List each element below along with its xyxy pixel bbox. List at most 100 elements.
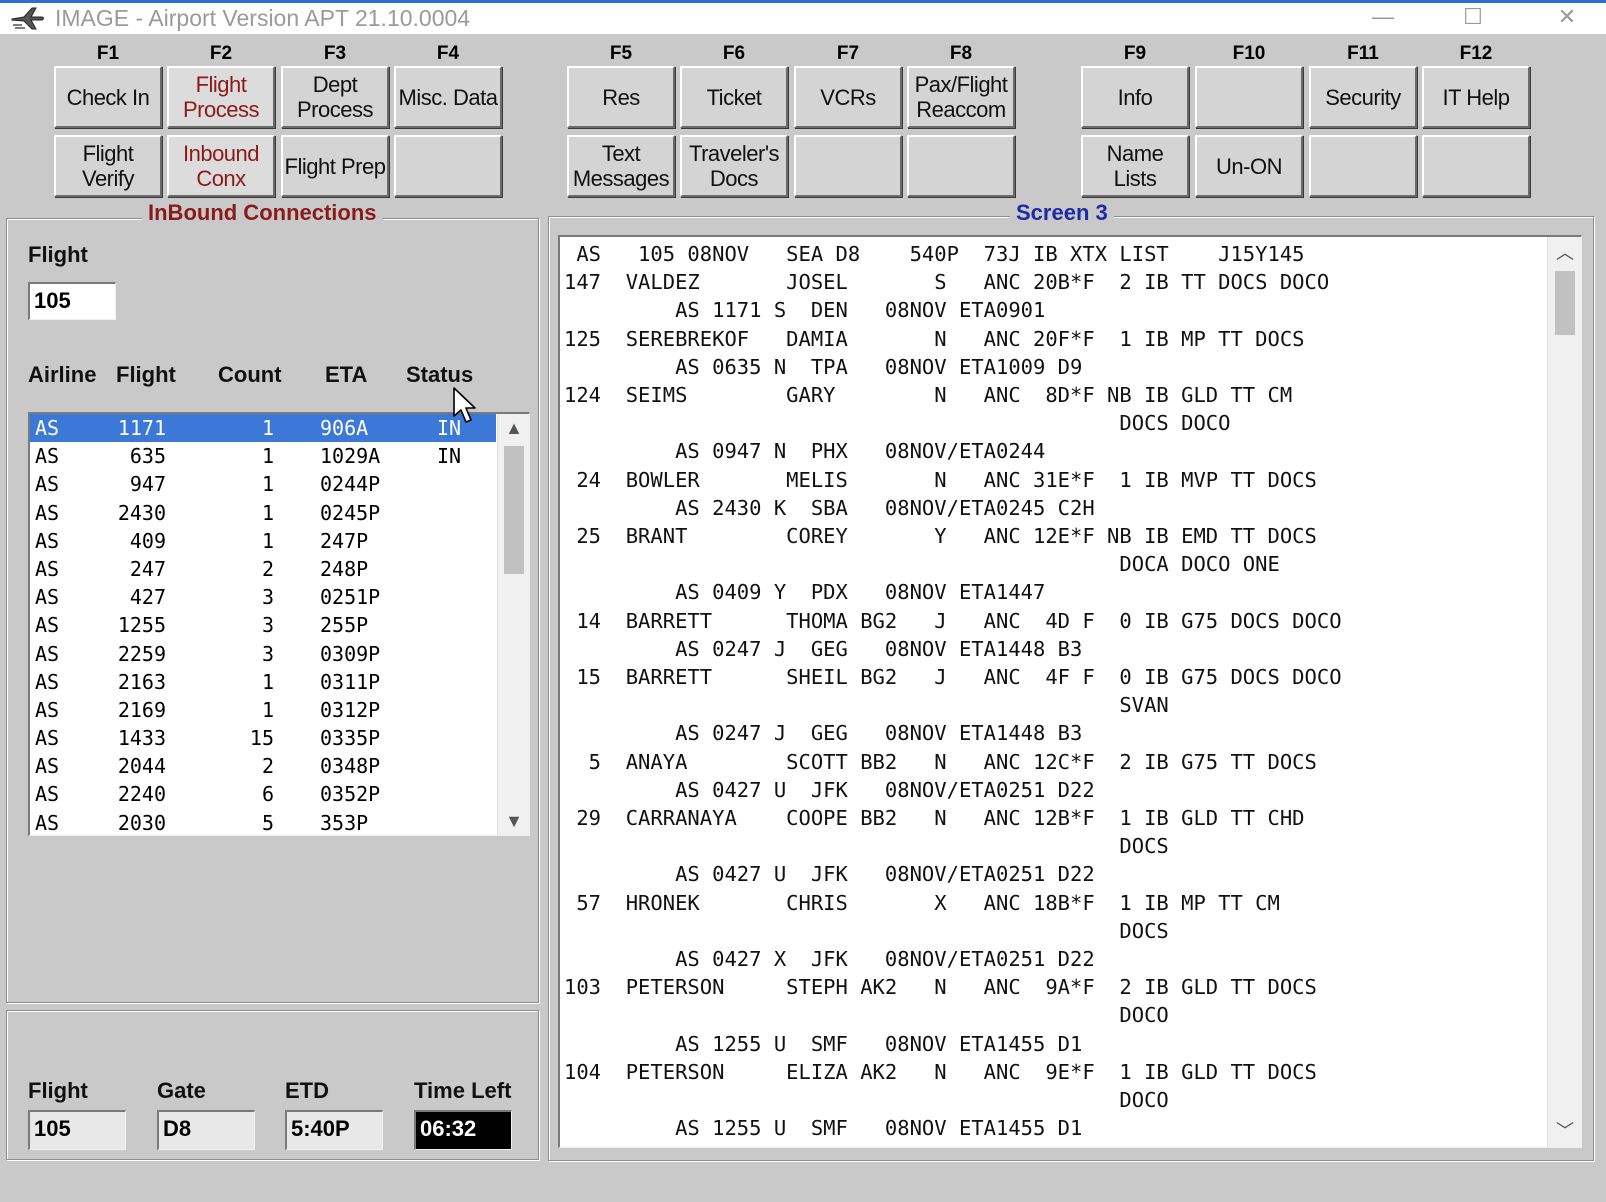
- row-flight: 247: [129, 556, 166, 581]
- fkey-label-f9: F9: [1123, 43, 1147, 64]
- f8-top-button-pax-flight-reaccom[interactable]: Pax/Flight Reaccom: [907, 66, 1015, 128]
- connection-row[interactable]: AS 947 1 0244P: [30, 470, 496, 498]
- row-flight: 2240: [117, 782, 166, 807]
- screen-line: DOCO: [564, 1088, 1169, 1113]
- f5-bottom-button-text-messages[interactable]: Text Messages: [567, 135, 675, 197]
- close-button[interactable]: ✕: [1532, 3, 1602, 33]
- f8-bottom-button-empty[interactable]: [907, 135, 1015, 197]
- screen-line: DOCO: [564, 1003, 1169, 1028]
- screen-line: AS 0635 N TPA 08NOV ETA1009 D9: [564, 354, 1083, 379]
- row-eta: 0348P: [320, 754, 381, 779]
- list-scroll-up-icon[interactable]: ▲: [498, 414, 529, 442]
- f1-bottom-button-flight-verify[interactable]: Flight Verify: [54, 135, 162, 197]
- f6-bottom-button-traveler-s-docs[interactable]: Traveler's Docs: [680, 135, 788, 197]
- fkey-label-f3: F3: [323, 43, 347, 64]
- row-eta: 1029A: [320, 444, 381, 469]
- list-scrollbar[interactable]: ▲ ▼: [497, 414, 529, 835]
- row-flight: 2163: [117, 669, 166, 694]
- row-eta: 247P: [320, 528, 369, 553]
- screen-line: 25 BRANT COREY Y ANC 12E*F NB IB EMD TT …: [564, 524, 1317, 549]
- f9-top-button-info[interactable]: Info: [1081, 66, 1189, 128]
- list-scroll-thumb[interactable]: [504, 446, 524, 574]
- screen-3-display[interactable]: AS 105 08NOV SEA D8 540P 73J IB XTX LIST…: [558, 235, 1582, 1148]
- f7-top-button-vcrs[interactable]: VCRs: [794, 66, 902, 128]
- fkey-label-f5: F5: [609, 43, 633, 64]
- row-flight: 1255: [117, 613, 166, 638]
- connection-row[interactable]: AS 2430 1 0245P: [30, 499, 496, 527]
- row-eta: 906A: [320, 416, 369, 440]
- connection-row[interactable]: AS 2044 2 0348P: [30, 752, 496, 780]
- row-flight: 1433: [117, 726, 166, 751]
- f5-top-button-res[interactable]: Res: [567, 66, 675, 128]
- screen-line: AS 1255 U SMF 08NOV ETA1455 D1: [564, 1116, 1083, 1141]
- screen-scroll-up-icon[interactable]: ︿: [1548, 239, 1581, 267]
- screen-scrollbar[interactable]: ︿ ﹀: [1547, 237, 1581, 1147]
- connection-row[interactable]: AS 1171 1 906A IN: [30, 414, 496, 443]
- list-scroll-down-icon[interactable]: ▼: [498, 807, 529, 835]
- row-flight: 947: [129, 472, 166, 497]
- minimize-button[interactable]: —: [1348, 3, 1418, 33]
- row-airline: AS: [35, 500, 60, 525]
- row-eta: 0309P: [320, 641, 381, 666]
- connection-row[interactable]: AS 247 2 248P: [30, 555, 496, 583]
- screen-line: AS 0247 J GEG 08NOV ETA1448 B3: [564, 636, 1083, 661]
- f10-top-button-empty[interactable]: [1195, 66, 1303, 128]
- f6-top-button-ticket[interactable]: Ticket: [680, 66, 788, 128]
- screen-line: DOCS: [564, 918, 1169, 943]
- screen-line: DOCS DOCO: [564, 411, 1231, 436]
- row-count: 1: [261, 697, 274, 722]
- f2-top-button-flight-process[interactable]: Flight Process: [167, 66, 275, 128]
- connection-row[interactable]: AS 2163 1 0311P: [30, 668, 496, 696]
- row-airline: AS: [35, 472, 60, 497]
- screen-line: 104 PETERSON ELIZA AK2 N ANC 9E*F 1 IB G…: [564, 1059, 1317, 1084]
- connection-row[interactable]: AS 1433 15 0335P: [30, 724, 496, 752]
- connection-row[interactable]: AS 2259 3 0309P: [30, 640, 496, 668]
- row-airline: AS: [35, 697, 60, 722]
- connection-row[interactable]: AS 2240 6 0352P: [30, 780, 496, 808]
- f11-top-button-security[interactable]: Security: [1309, 66, 1417, 128]
- flight-input[interactable]: 105: [28, 282, 116, 320]
- connection-row[interactable]: AS 1255 3 255P: [30, 611, 496, 639]
- row-count: 2: [261, 556, 274, 581]
- screen-line: AS 0247 J GEG 08NOV ETA1448 B3: [564, 721, 1083, 746]
- row-airline: AS: [35, 528, 60, 553]
- screen-scroll-down-icon[interactable]: ﹀: [1548, 1117, 1581, 1145]
- connection-row[interactable]: AS 2169 1 0312P: [30, 696, 496, 724]
- f3-top-button-dept-process[interactable]: Dept Process: [281, 66, 389, 128]
- f12-bottom-button-empty[interactable]: [1422, 135, 1530, 197]
- f10-bottom-button-un-on[interactable]: Un-ON: [1195, 135, 1303, 197]
- fkey-label-f6: F6: [722, 43, 746, 64]
- f4-bottom-button-empty[interactable]: [394, 135, 502, 197]
- screen-scroll-thumb[interactable]: [1555, 271, 1575, 335]
- row-count: 3: [261, 585, 274, 610]
- row-count: 15: [249, 726, 274, 751]
- row-flight: 2169: [117, 697, 166, 722]
- f9-bottom-button-name-lists[interactable]: Name Lists: [1081, 135, 1189, 197]
- inbound-connections-list[interactable]: AS 1171 1 906A IN AS 635 1 1029A IN AS 947 1 0244P AS 2…: [28, 412, 530, 836]
- connection-row[interactable]: AS 427 3 0251P: [30, 583, 496, 611]
- f7-bottom-button-empty[interactable]: [794, 135, 902, 197]
- screen-line: 103 PETERSON STEPH AK2 N ANC 9A*F 2 IB G…: [564, 975, 1317, 1000]
- f11-bottom-button-empty[interactable]: [1309, 135, 1417, 197]
- time-left-label: Time Left: [414, 1078, 512, 1103]
- screen-line: 15 BARRETT SHEIL BG2 J ANC 4F F 0 IB G75…: [564, 665, 1342, 690]
- screen-line: AS 0427 X JFK 08NOV/ETA0251 D22: [564, 947, 1095, 972]
- screen-line: 29 CARRANAYA COOPE BB2 N ANC 12B*F 1 IB …: [564, 806, 1305, 831]
- connection-row[interactable]: AS 635 1 1029A IN: [30, 442, 496, 470]
- f3-bottom-button-flight-prep[interactable]: Flight Prep: [281, 135, 389, 197]
- row-airline: AS: [35, 641, 60, 666]
- column-status: Status: [406, 362, 474, 387]
- screen-line: AS 0427 U JFK 08NOV/ETA0251 D22: [564, 862, 1095, 887]
- f1-top-button-check-in[interactable]: Check In: [54, 66, 162, 128]
- f4-top-button-misc-data[interactable]: Misc. Data: [394, 66, 502, 128]
- connection-row[interactable]: AS 409 1 247P: [30, 527, 496, 555]
- column-count: Count: [218, 362, 282, 387]
- f2-bottom-button-inbound-conx[interactable]: Inbound Conx: [167, 135, 275, 197]
- screen-line: SVAN: [564, 693, 1169, 718]
- fkey-label-f12: F12: [1459, 43, 1493, 64]
- row-eta: 0245P: [320, 500, 381, 525]
- connection-row[interactable]: AS 2030 5 353P: [30, 809, 496, 835]
- f12-top-button-it-help[interactable]: IT Help: [1422, 66, 1530, 128]
- connection-rows: AS 1171 1 906A IN AS 635 1 1029A IN AS 947 1 0244P AS 2…: [30, 414, 529, 835]
- maximize-button[interactable]: ☐: [1438, 3, 1508, 33]
